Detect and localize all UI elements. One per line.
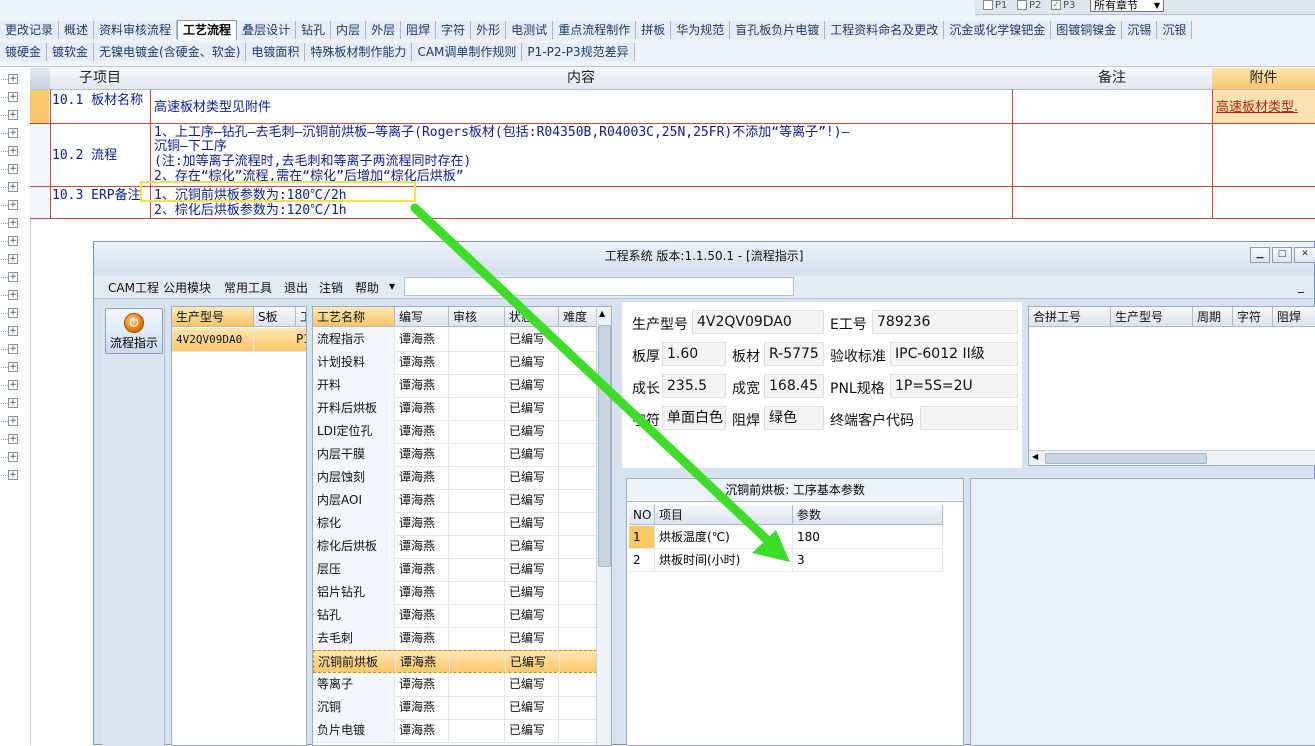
tab-row-2: 镀硬金 镀软金 无镍电镀金(含硬金、软金) 电镀面积 特殊板材制作能力 CAM调单制作规则… xyxy=(0,43,635,63)
arrow-shaft xyxy=(410,203,785,557)
tab2-1[interactable]: 镀软金 xyxy=(47,43,95,61)
tab2-6[interactable]: P1-P2-P3规范差异 xyxy=(522,43,635,61)
tab2-0[interactable]: 镀硬金 xyxy=(0,43,48,61)
tab2-2[interactable]: 无镍电镀金(含硬金、软金) xyxy=(94,43,247,61)
annotation-arrow xyxy=(410,203,790,562)
tab2-3[interactable]: 电镀面积 xyxy=(246,43,306,61)
tab2-5[interactable]: CAM调单制作规则 xyxy=(412,43,523,61)
tab2-4[interactable]: 特殊板材制作能力 xyxy=(305,43,413,61)
